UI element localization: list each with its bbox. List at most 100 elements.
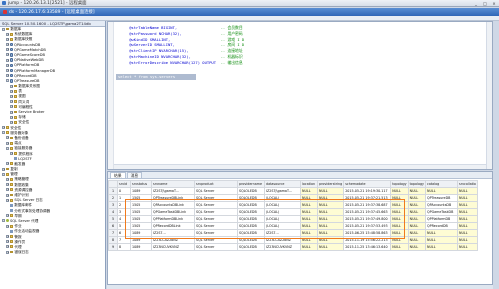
- collapse-icon[interactable]: -: [2, 131, 5, 135]
- table-cell[interactable]: IZ2S7...: [151, 229, 195, 237]
- table-cell[interactable]: 2015-11-19 15:56:22.213: [343, 236, 392, 244]
- table-cell[interactable]: 2015-05-21 19:37:53.493: [343, 222, 392, 230]
- table-cell[interactable]: NULL: [316, 236, 345, 244]
- row-number[interactable]: 4: [108, 208, 118, 216]
- table-cell[interactable]: SQLOLEDB: [237, 215, 265, 223]
- table-cell[interactable]: 1505: [130, 194, 152, 202]
- table-cell[interactable]: 1089: [130, 187, 152, 195]
- table-cell[interactable]: SQLOLEDB: [237, 187, 265, 195]
- table-cell[interactable]: NULL: [457, 187, 479, 195]
- minimize-button[interactable]: _: [472, 1, 480, 6]
- close-button[interactable]: ×: [490, 1, 498, 6]
- table-cell[interactable]: NULL: [407, 201, 427, 209]
- table-cell[interactable]: (LOCAL): [264, 215, 301, 223]
- table-cell[interactable]: (LOCAL): [264, 222, 301, 230]
- table-cell[interactable]: NULL: [457, 229, 479, 237]
- expand-icon[interactable]: +: [10, 100, 13, 104]
- table-cell[interactable]: 8: [117, 243, 131, 251]
- table-cell[interactable]: 0: [117, 187, 131, 195]
- table-cell[interactable]: NULL: [300, 222, 318, 230]
- table-cell[interactable]: QPGameTaskDB: [425, 208, 459, 216]
- table-cell[interactable]: NULL: [316, 229, 345, 237]
- query-editor[interactable]: @strTableName BIGINT, -- 会员数目 @strPasswo…: [107, 21, 493, 170]
- table-cell[interactable]: SQL Server: [194, 208, 238, 216]
- table-cell[interactable]: QPTreasureDB: [425, 194, 459, 202]
- table-cell[interactable]: NULL: [407, 229, 427, 237]
- table-cell[interactable]: QPTreasureDBLink: [151, 194, 195, 202]
- table-cell[interactable]: 1505: [130, 201, 152, 209]
- table-cell[interactable]: NULL: [390, 194, 409, 202]
- tab-results[interactable]: 结果: [110, 172, 126, 178]
- table-cell[interactable]: QPRecordDBLink: [151, 222, 195, 230]
- table-row[interactable]: 9 8 1089 IZ23NCUVKVNZ SQL Server SQLOLEDB IZ23…: [108, 243, 479, 251]
- column-header[interactable]: srvname: [151, 180, 195, 188]
- table-cell[interactable]: SQL Server: [194, 194, 238, 202]
- table-cell[interactable]: NULL: [300, 243, 318, 251]
- expand-icon[interactable]: +: [6, 250, 9, 254]
- table-cell[interactable]: SQL Server: [194, 187, 238, 195]
- collapse-icon[interactable]: -: [2, 219, 5, 223]
- table-cell[interactable]: IZ2S7J\gamaT...: [151, 187, 195, 195]
- table-cell[interactable]: 2015-05-21 19:37:21.513: [343, 194, 392, 202]
- table-cell[interactable]: NULL: [457, 208, 479, 216]
- table-cell[interactable]: SQL Server: [194, 236, 238, 244]
- table-cell[interactable]: 1505: [130, 222, 152, 230]
- table-cell[interactable]: (LOCAL): [264, 201, 301, 209]
- table-row[interactable]: 3 2 1505 QPAccountsDBLink SQL Server SQLOLEDB…: [108, 201, 479, 209]
- table-cell[interactable]: 2: [117, 201, 131, 209]
- expand-icon[interactable]: +: [6, 183, 9, 187]
- column-header[interactable]: providername: [237, 180, 265, 188]
- collapse-icon[interactable]: -: [6, 79, 9, 83]
- table-row[interactable]: 8 7 1089 IZ23LCAZ28NZ SQL Server SQLOLEDB IZ23…: [108, 236, 479, 244]
- table-row[interactable]: 5 4 1505 QPPlatformDBLink SQL Server SQLOLEDB…: [108, 215, 479, 223]
- table-cell[interactable]: SQLOLEDB: [237, 229, 265, 237]
- table-cell[interactable]: NULL: [407, 243, 427, 251]
- table-cell[interactable]: NULL: [300, 215, 318, 223]
- column-header[interactable]: topology: [407, 180, 427, 188]
- table-cell[interactable]: 6: [117, 229, 131, 237]
- expand-icon[interactable]: +: [6, 162, 9, 166]
- table-cell[interactable]: NULL: [390, 208, 409, 216]
- table-cell[interactable]: 1089: [130, 229, 152, 237]
- table-cell[interactable]: NULL: [407, 194, 427, 202]
- table-cell[interactable]: 1089: [130, 236, 152, 244]
- table-cell[interactable]: NULL: [300, 194, 318, 202]
- expand-icon[interactable]: +: [6, 43, 9, 47]
- table-cell[interactable]: IZ23LCAZ28NZ: [151, 236, 195, 244]
- table-cell[interactable]: NULL: [316, 243, 345, 251]
- table-cell[interactable]: NULL: [390, 222, 409, 230]
- expand-icon[interactable]: +: [6, 74, 9, 78]
- expand-icon[interactable]: +: [6, 198, 9, 202]
- expand-icon[interactable]: +: [10, 120, 13, 124]
- expand-icon[interactable]: +: [10, 89, 13, 93]
- table-cell[interactable]: 1: [117, 194, 131, 202]
- column-header[interactable]: srvcollatio: [457, 180, 479, 188]
- row-number[interactable]: 9: [108, 243, 118, 251]
- table-cell[interactable]: 2015-05-21 19:37:49.800: [343, 215, 392, 223]
- expand-icon[interactable]: +: [6, 32, 9, 36]
- tab-messages[interactable]: 消息: [126, 172, 143, 178]
- expand-icon[interactable]: +: [6, 193, 9, 197]
- table-cell[interactable]: NULL: [316, 208, 345, 216]
- table-cell[interactable]: 5: [117, 222, 131, 230]
- table-cell[interactable]: 2015-05-21 19:37:38.687: [343, 201, 392, 209]
- selected-query-line[interactable]: select * from sys.servers: [116, 74, 196, 80]
- table-cell[interactable]: NULL: [390, 229, 409, 237]
- table-cell[interactable]: NULL: [390, 187, 409, 195]
- table-row[interactable]: 2 1 1505 QPTreasureDBLink SQL Server SQLOLEDB…: [108, 194, 479, 202]
- column-header[interactable]: srvproduct: [194, 180, 238, 188]
- table-cell[interactable]: SQL Server: [194, 229, 238, 237]
- column-header[interactable]: schemadate: [343, 180, 392, 188]
- table-cell[interactable]: NULL: [300, 201, 318, 209]
- expand-icon[interactable]: +: [6, 136, 9, 140]
- table-cell[interactable]: NULL: [316, 215, 345, 223]
- expand-icon[interactable]: +: [6, 214, 9, 218]
- expand-icon[interactable]: +: [2, 167, 5, 171]
- maximize-button[interactable]: □: [481, 1, 489, 6]
- table-cell[interactable]: NULL: [425, 229, 459, 237]
- table-cell[interactable]: NULL: [457, 222, 479, 230]
- row-number[interactable]: 6: [108, 222, 118, 230]
- table-cell[interactable]: NULL: [316, 222, 345, 230]
- table-cell[interactable]: IZ2S7J\gamaT...: [264, 187, 301, 195]
- table-cell[interactable]: NULL: [407, 187, 427, 195]
